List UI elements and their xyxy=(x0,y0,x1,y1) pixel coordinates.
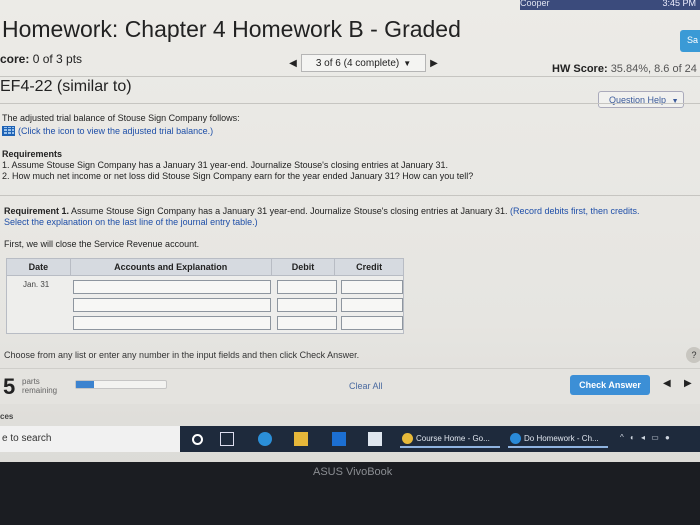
parts-progress-bar xyxy=(75,380,167,389)
credit-field-2[interactable] xyxy=(341,298,403,312)
laptop-brand-logo: ASUS VivoBook xyxy=(313,466,393,478)
os-top-strip: Cooper 3:45 PM xyxy=(520,0,700,10)
account-field-1[interactable] xyxy=(73,280,271,294)
question-help-button[interactable]: Question Help ▼ xyxy=(598,91,684,108)
answer-bar: 5 parts remaining Clear All Check Answer … xyxy=(0,368,700,404)
intro-text: The adjusted trial balance of Stouse Sig… xyxy=(2,113,240,123)
system-tray-icons[interactable]: ^ ◐ ◂ ▭ ● xyxy=(620,433,672,442)
score-value: 0 of 3 pts xyxy=(32,52,83,66)
question-position-label: 3 of 6 (4 complete) xyxy=(315,57,400,69)
credit-field-3[interactable] xyxy=(341,316,403,330)
store-icon[interactable] xyxy=(368,432,382,446)
page-title: Homework: Chapter 4 Homework B - Graded xyxy=(2,16,461,42)
chrome-icon xyxy=(402,432,413,444)
journal-body: Jan. 31 xyxy=(6,276,404,334)
taskbar-search-input[interactable]: e to search xyxy=(0,426,180,452)
taskbar-app-course-home[interactable]: Course Home - Go... xyxy=(400,430,500,448)
browser-screen: Cooper 3:45 PM Homework: Chapter 4 Homew… xyxy=(0,0,700,462)
prev-part-arrow-icon[interactable]: ◀ xyxy=(663,378,671,389)
journal-header-row: Date Accounts and Explanation Debit Cred… xyxy=(6,258,404,276)
requirement-1: 1. Assume Stouse Sign Company has a Janu… xyxy=(2,160,448,170)
parts-remaining-label: parts remaining xyxy=(22,377,58,395)
question-position-dropdown[interactable]: 3 of 6 (4 complete) ▼ xyxy=(301,54,426,72)
pearson-icon xyxy=(510,432,521,444)
task-note-1: (Record debits first, then credits. xyxy=(510,206,640,216)
question-score: core: 0 of 3 pts xyxy=(0,52,82,66)
header-divider xyxy=(0,76,700,77)
save-button[interactable]: Sa xyxy=(680,30,700,52)
col-credit: Credit xyxy=(356,262,383,272)
task-label: Requirement 1. xyxy=(4,206,70,216)
trial-balance-hint: (Click the icon to view the adjusted tri… xyxy=(18,126,214,136)
col-date: Date xyxy=(7,259,71,275)
chevron-down-icon: ▼ xyxy=(403,58,412,68)
account-field-2[interactable] xyxy=(73,298,271,312)
entry-date: Jan. 31 xyxy=(23,280,50,289)
col-debit: Debit xyxy=(272,259,336,275)
clock: 3:45 PM xyxy=(662,0,696,8)
credit-field-1[interactable] xyxy=(341,280,403,294)
score-label: core: xyxy=(0,52,30,66)
first-step-text: First, we will close the Service Revenue… xyxy=(4,239,200,249)
question-navigator: ◀ 3 of 6 (4 complete) ▼ ▶ xyxy=(285,53,442,73)
mail-icon[interactable] xyxy=(332,432,346,446)
task-view-icon[interactable] xyxy=(220,432,234,446)
next-part-arrow-icon[interactable]: ▶ xyxy=(684,378,692,389)
windows-taskbar: e to search Course Home - Go... Do Homew… xyxy=(0,426,700,452)
user-name: Cooper xyxy=(520,0,550,8)
parts-remaining-count: 5 xyxy=(3,374,16,399)
account-field-3[interactable] xyxy=(73,316,271,330)
debit-field-2[interactable] xyxy=(277,298,337,312)
clear-all-button[interactable]: Clear All xyxy=(349,381,383,391)
parts-progress-fill xyxy=(76,381,94,388)
trial-balance-link[interactable]: (Click the icon to view the adjusted tri… xyxy=(2,126,213,136)
hw-score: HW Score: 35.84%, 8.6 of 24 xyxy=(552,63,697,75)
task-note-2: Select the explanation on the last line … xyxy=(4,217,258,227)
file-explorer-icon[interactable] xyxy=(294,432,308,446)
help-icon[interactable]: ? xyxy=(686,347,700,363)
requirements-heading: Requirements xyxy=(2,149,63,159)
next-question-arrow-icon[interactable]: ▶ xyxy=(426,53,442,73)
bottom-label: ces xyxy=(0,412,14,421)
journal-entry-table: Date Accounts and Explanation Debit Cred… xyxy=(6,258,404,334)
question-id: EF4-22 (similar to) xyxy=(0,78,132,95)
instructions-text: Choose from any list or enter any number… xyxy=(4,350,360,360)
taskbar-app-do-homework[interactable]: Do Homework - Ch... xyxy=(508,430,608,448)
cortana-icon[interactable] xyxy=(192,434,203,445)
table-icon[interactable] xyxy=(2,126,15,136)
check-answer-button[interactable]: Check Answer xyxy=(570,375,650,395)
debit-field-3[interactable] xyxy=(277,316,337,330)
question-divider xyxy=(0,103,700,104)
requirement-2: 2. How much net income or net loss did S… xyxy=(2,171,474,181)
col-accounts: Accounts and Explanation xyxy=(71,259,272,275)
section-divider xyxy=(0,195,700,196)
hw-score-value: 35.84%, 8.6 of 24 xyxy=(610,63,697,75)
task-text: Assume Stouse Sign Company has a January… xyxy=(69,206,510,216)
task-line: Requirement 1. Assume Stouse Sign Compan… xyxy=(4,206,640,216)
prev-question-arrow-icon[interactable]: ◀ xyxy=(285,53,301,73)
hw-score-label: HW Score: xyxy=(552,63,608,75)
debit-field-1[interactable] xyxy=(277,280,337,294)
edge-browser-icon[interactable] xyxy=(258,432,272,446)
